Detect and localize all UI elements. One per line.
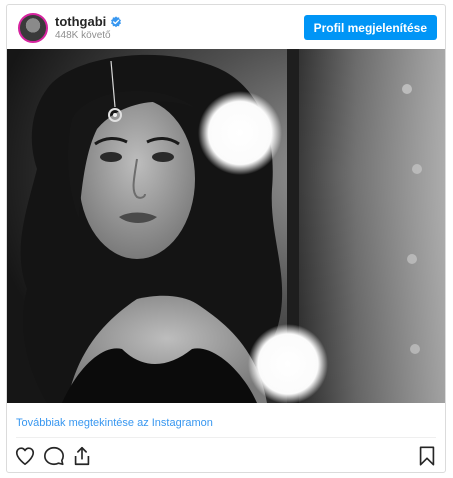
divider (16, 437, 436, 438)
username-row: tothgabi (55, 14, 122, 29)
instagram-embed-card: tothgabi 448K követő Profil megjelenítés… (6, 4, 446, 473)
username[interactable]: tothgabi (55, 14, 106, 29)
post-photo[interactable] (7, 49, 445, 403)
avatar[interactable] (18, 13, 48, 43)
view-profile-button[interactable]: Profil megjelenítése (303, 15, 437, 40)
bookmark-icon[interactable] (416, 445, 438, 467)
heart-icon[interactable] (14, 445, 36, 467)
portrait-image (7, 49, 445, 403)
view-more-on-instagram-link[interactable]: Továbbiak megtekintése az Instagramon (16, 417, 213, 429)
share-icon[interactable] (71, 445, 93, 467)
action-bar (7, 443, 445, 471)
verified-badge-icon (111, 15, 122, 27)
post-header: tothgabi 448K követő Profil megjelenítés… (7, 5, 445, 49)
comment-icon[interactable] (43, 445, 65, 467)
follower-count: 448K követő (55, 30, 111, 41)
